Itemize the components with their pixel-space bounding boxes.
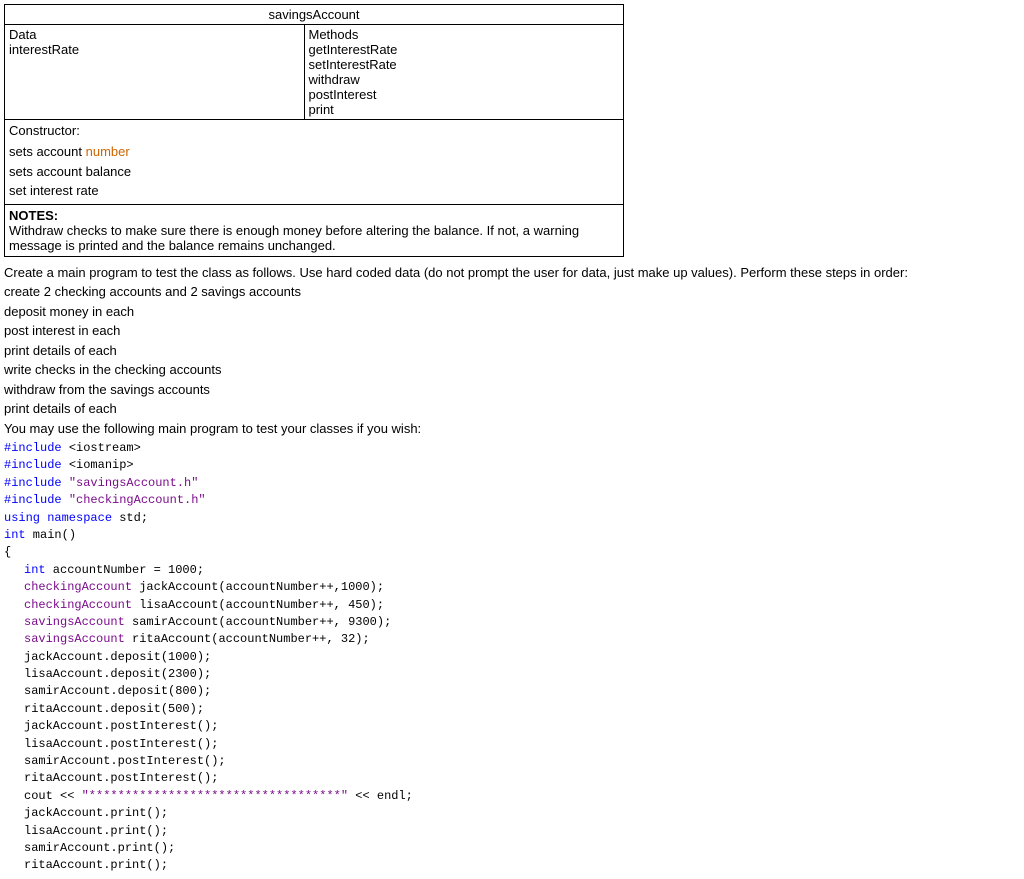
open-brace: { [4, 544, 1020, 561]
code-line14: cout << "*******************************… [4, 788, 1020, 805]
code-line13: ritaAccount.postInterest(); [4, 770, 1020, 787]
constructor-item-2: sets account balance [9, 162, 619, 182]
code-line8: samirAccount.deposit(800); [4, 683, 1020, 700]
data-field: interestRate [9, 42, 300, 57]
method-withdraw: withdraw [309, 72, 620, 87]
code-line7: lisaAccount.deposit(2300); [4, 666, 1020, 683]
code-line1: int accountNumber = 1000; [4, 562, 1020, 579]
methods-label: Methods [309, 27, 620, 42]
code-line6: jackAccount.deposit(1000); [4, 649, 1020, 666]
code-line15: jackAccount.print(); [4, 805, 1020, 822]
desc-line4: post interest in each [4, 321, 1020, 341]
code-line18: ritaAccount.print(); [4, 857, 1020, 874]
code-block: #include <iostream> #include <iomanip> #… [4, 440, 1020, 875]
notes-text: Withdraw checks to make sure there is en… [9, 223, 579, 253]
code-line9: ritaAccount.deposit(500); [4, 701, 1020, 718]
notes-label: NOTES: [9, 208, 58, 223]
class-name: savingsAccount [5, 5, 624, 25]
include1: #include <iostream> [4, 440, 1020, 457]
method-getInterestRate: getInterestRate [309, 42, 620, 57]
include2: #include <iomanip> [4, 457, 1020, 474]
desc-line9: You may use the following main program t… [4, 419, 1020, 439]
method-postInterest: postInterest [309, 87, 620, 102]
desc-line5: print details of each [4, 341, 1020, 361]
code-line4: savingsAccount samirAccount(accountNumbe… [4, 614, 1020, 631]
code-line10: jackAccount.postInterest(); [4, 718, 1020, 735]
include3: #include "savingsAccount.h" [4, 475, 1020, 492]
methods-column: Methods getInterestRate setInterestRate … [304, 25, 624, 120]
method-print: print [309, 102, 620, 117]
code-line16: lisaAccount.print(); [4, 823, 1020, 840]
code-line3: checkingAccount lisaAccount(accountNumbe… [4, 597, 1020, 614]
method-setInterestRate: setInterestRate [309, 57, 620, 72]
description-section: Create a main program to test the class … [4, 263, 1020, 439]
data-label: Data [9, 27, 300, 42]
desc-line1: Create a main program to test the class … [4, 263, 1020, 283]
code-line2: checkingAccount jackAccount(accountNumbe… [4, 579, 1020, 596]
desc-line7: withdraw from the savings accounts [4, 380, 1020, 400]
constructor-label: Constructor: [9, 123, 619, 138]
code-line11: lisaAccount.postInterest(); [4, 736, 1020, 753]
constructor-item-3: set interest rate [9, 181, 619, 201]
uml-table: savingsAccount Data interestRate Methods… [4, 4, 624, 120]
desc-line3: deposit money in each [4, 302, 1020, 322]
main-decl: int main() [4, 527, 1020, 544]
constructor-item-1: sets account number [9, 142, 619, 162]
desc-line2: create 2 checking accounts and 2 savings… [4, 282, 1020, 302]
page: savingsAccount Data interestRate Methods… [0, 0, 1024, 879]
constructor-text: sets account number sets account balance… [9, 142, 619, 201]
include4: #include "checkingAccount.h" [4, 492, 1020, 509]
code-line5: savingsAccount ritaAccount(accountNumber… [4, 631, 1020, 648]
data-column: Data interestRate [5, 25, 305, 120]
code-line17: samirAccount.print(); [4, 840, 1020, 857]
constructor-section: Constructor: sets account number sets ac… [4, 120, 624, 205]
desc-line8: print details of each [4, 399, 1020, 419]
code-line12: samirAccount.postInterest(); [4, 753, 1020, 770]
notes-section: NOTES: Withdraw checks to make sure ther… [4, 205, 624, 257]
using-line: using namespace std; [4, 510, 1020, 527]
desc-line6: write checks in the checking accounts [4, 360, 1020, 380]
